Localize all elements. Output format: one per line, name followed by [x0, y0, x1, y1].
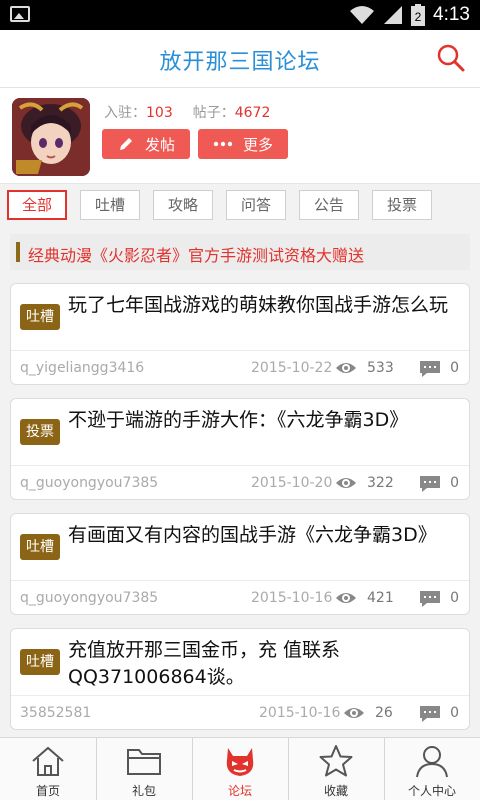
post-tag: 吐槽: [20, 534, 60, 560]
post-comments: 0: [450, 705, 459, 721]
post-views: 421: [367, 590, 394, 606]
nav-profile[interactable]: 个人中心: [384, 738, 480, 800]
nav-profile-label: 个人中心: [407, 784, 456, 798]
pencil-icon: [119, 138, 132, 150]
status-bar: 2 4:13: [0, 0, 480, 30]
more-label: 更多: [242, 135, 273, 154]
app-header: 放开那三国论坛: [0, 30, 480, 88]
forum-info: 入驻：103 帖子：4672 发帖 更多: [0, 88, 480, 183]
post-author: q_guoyongyou7385: [20, 590, 159, 606]
announcement-marker: [16, 242, 20, 262]
more-button[interactable]: 更多: [198, 129, 288, 159]
tab-complain[interactable]: 吐槽: [80, 190, 140, 220]
more-dots-icon: [213, 141, 233, 147]
nav-favorites[interactable]: 收藏: [288, 738, 384, 800]
nav-home-label: 首页: [35, 784, 60, 798]
eye-icon: [336, 363, 356, 373]
post-tag: 吐槽: [20, 649, 60, 675]
announcement-text: 经典动漫《火影忍者》官方手游测试资格大赠送: [28, 246, 365, 265]
nav-favorites-label: 收藏: [323, 784, 348, 798]
posts-label: 帖子：: [192, 105, 235, 121]
residents-count: 103: [146, 105, 173, 121]
comment-icon: [420, 476, 440, 492]
post-meta: q_guoyongyou7385 2015-10-16 421 0: [11, 580, 469, 616]
nav-forum-label: 论坛: [227, 784, 252, 798]
eye-icon: [336, 593, 356, 603]
person-icon: [416, 746, 448, 778]
post-meta: q_guoyongyou7385 2015-10-20 322 0: [11, 465, 469, 501]
game-character-image: [12, 98, 90, 176]
forum-stats: 入驻：103 帖子：4672: [104, 102, 270, 122]
page-title: 放开那三国论坛: [159, 50, 321, 75]
tab-vote[interactable]: 投票: [372, 190, 432, 220]
post-card[interactable]: 吐槽 有画面又有内容的国战手游《六龙争霸3D》 q_guoyongyou7385…: [10, 513, 470, 615]
post-card[interactable]: 投票 不逊于端游的手游大作：《六龙争霸3D》 q_guoyongyou7385 …: [10, 398, 470, 500]
category-tabs: 全部 吐槽 攻略 问答 公告 投票: [0, 183, 480, 229]
post-views: 26: [375, 705, 393, 721]
post-meta: 35852581 2015-10-16 26 0: [11, 695, 469, 731]
post-comments: 0: [450, 590, 459, 606]
post-date: 2015-10-22: [251, 360, 333, 376]
announcement-banner[interactable]: 经典动漫《火影忍者》官方手游测试资格大赠送: [10, 234, 470, 270]
nav-gift-label: 礼包: [131, 784, 156, 798]
comment-icon: [420, 706, 440, 722]
image-notification-icon: [10, 6, 30, 22]
post-author: q_guoyongyou7385: [20, 475, 159, 491]
new-post-label: 发帖: [144, 135, 175, 154]
star-icon: [319, 745, 353, 777]
forum-avatar: [12, 98, 90, 176]
nav-home[interactable]: 首页: [0, 738, 96, 800]
post-author: q_yigeliangg3416: [20, 360, 145, 376]
comment-icon: [420, 591, 440, 607]
tab-guide[interactable]: 攻略: [153, 190, 213, 220]
nav-gift[interactable]: 礼包: [96, 738, 192, 800]
post-views: 533: [367, 360, 394, 376]
tab-qa[interactable]: 问答: [226, 190, 286, 220]
post-meta: q_yigeliangg3416 2015-10-22 533 0: [11, 350, 469, 386]
post-title: 玩了七年国战游戏的萌妹教你国战手游怎么玩: [68, 294, 449, 316]
post-date: 2015-10-16: [259, 705, 341, 721]
posts-count: 4672: [234, 105, 271, 121]
devil-icon: [226, 748, 254, 776]
new-post-button[interactable]: 发帖: [102, 129, 190, 159]
post-title: 充值放开那三国金币，充 值联系QQ371006864谈。: [68, 639, 341, 688]
post-date: 2015-10-20: [251, 475, 333, 491]
clock: 4:13: [433, 4, 470, 25]
signal-icon: [384, 6, 403, 24]
bottom-navigation: 首页 礼包 论坛 收藏 个人中心: [0, 737, 480, 800]
post-tag: 投票: [20, 419, 60, 445]
nav-forum[interactable]: 论坛: [192, 738, 288, 800]
wifi-icon: [350, 6, 375, 24]
post-title: 不逊于端游的手游大作：《六龙争霸3D》: [68, 409, 409, 431]
tab-all[interactable]: 全部: [7, 190, 67, 220]
eye-icon: [344, 708, 364, 718]
post-comments: 0: [450, 360, 459, 376]
post-views: 322: [367, 475, 394, 491]
post-card[interactable]: 吐槽 玩了七年国战游戏的萌妹教你国战手游怎么玩 q_yigeliangg3416…: [10, 283, 470, 385]
search-icon[interactable]: [436, 43, 466, 73]
post-comments: 0: [450, 475, 459, 491]
folder-icon: [127, 749, 161, 775]
post-card[interactable]: 吐槽 充值放开那三国金币，充 值联系QQ371006864谈。 35852581…: [10, 628, 470, 730]
battery-icon: 2: [411, 4, 426, 26]
battery-level-text: 2: [415, 10, 422, 24]
post-tag: 吐槽: [20, 304, 60, 330]
post-author: 35852581: [20, 705, 92, 721]
home-icon: [32, 746, 64, 776]
post-title: 有画面又有内容的国战手游《六龙争霸3D》: [68, 524, 437, 546]
eye-icon: [336, 478, 356, 488]
post-date: 2015-10-16: [251, 590, 333, 606]
residents-label: 入驻：: [104, 105, 146, 121]
comment-icon: [420, 361, 440, 377]
tab-notice[interactable]: 公告: [299, 190, 359, 220]
